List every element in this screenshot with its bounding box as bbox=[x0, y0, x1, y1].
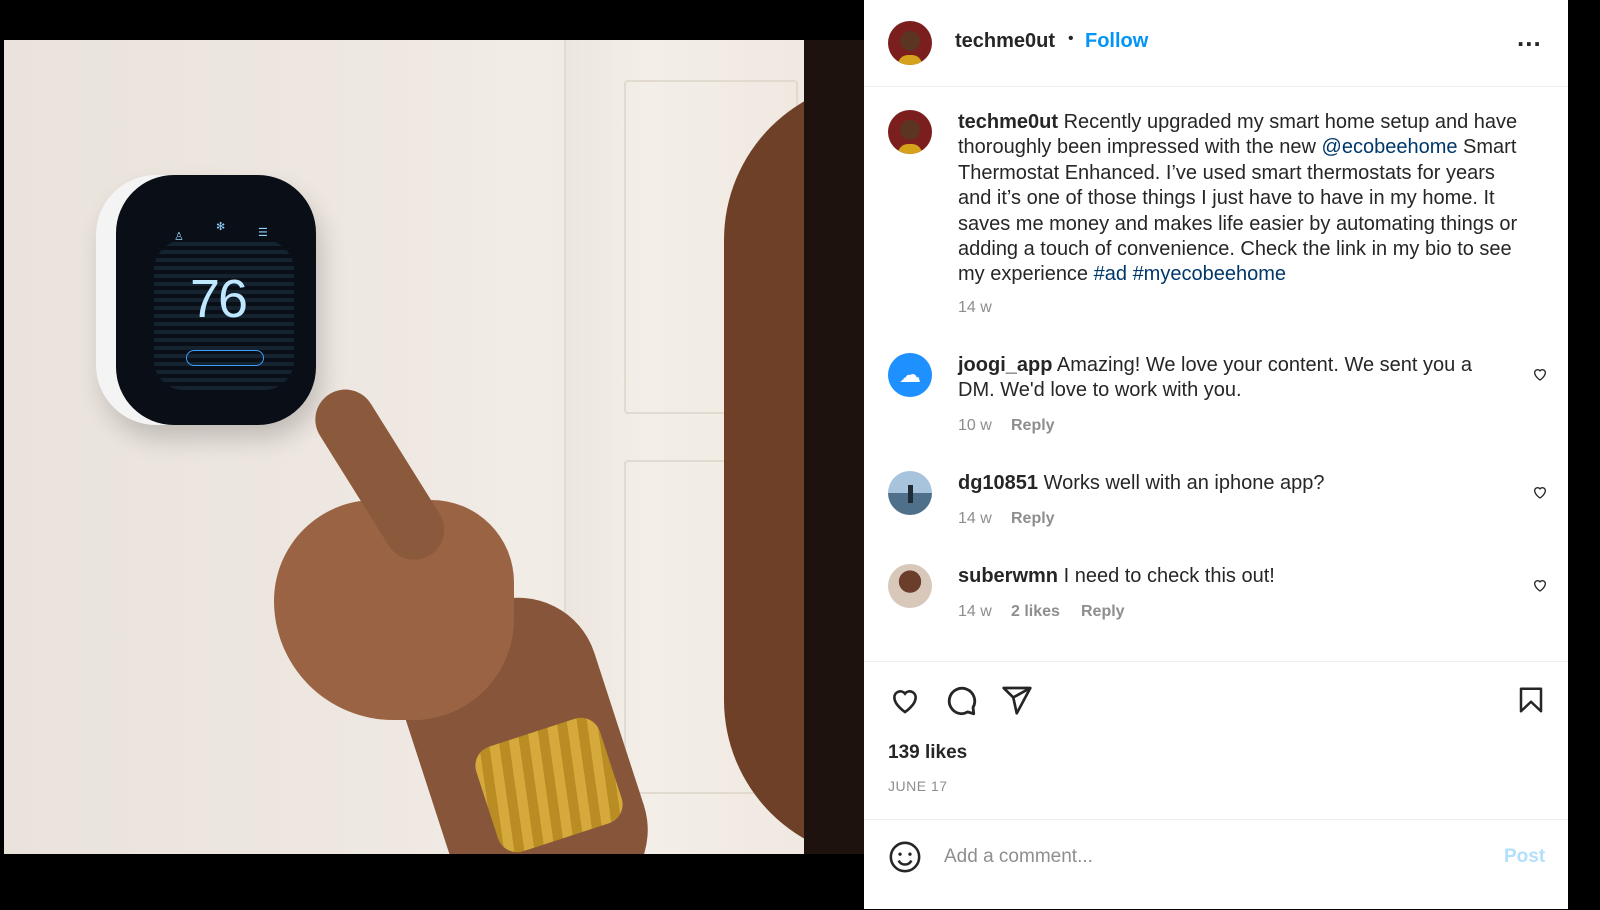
comment-text: dg10851 Works well with an iphone app? bbox=[958, 471, 1498, 496]
person-hair bbox=[804, 40, 864, 854]
caption-age[interactable]: 14 w bbox=[958, 299, 992, 317]
reply-button[interactable]: Reply bbox=[1081, 603, 1125, 621]
menu-icon: ☰ bbox=[258, 227, 268, 239]
comment-likes-count[interactable]: 2 likes bbox=[1011, 603, 1060, 621]
add-comment-bar: Add a comment... Post bbox=[864, 819, 1568, 910]
post-side-panel: techme0ut • Follow ... techme0ut Recentl… bbox=[864, 0, 1568, 909]
hashtag-link[interactable]: #myecobeehome bbox=[1133, 263, 1286, 285]
comment-body: Works well with an iphone app? bbox=[1038, 472, 1325, 494]
bookmark-icon[interactable] bbox=[1516, 684, 1546, 716]
hashtag-link[interactable]: #ad bbox=[1094, 263, 1127, 285]
comment-username[interactable]: suberwmn bbox=[958, 565, 1058, 587]
post-comment-button[interactable]: Post bbox=[1504, 846, 1545, 868]
emoji-icon[interactable] bbox=[888, 840, 922, 874]
likes-count[interactable]: 139 likes bbox=[888, 742, 967, 764]
image-top-letterbox bbox=[4, 0, 864, 40]
image-bottom-letterbox bbox=[4, 854, 864, 909]
comment-age[interactable]: 10 w bbox=[958, 417, 992, 435]
commenter-avatar[interactable] bbox=[888, 471, 932, 515]
comment-username[interactable]: dg10851 bbox=[958, 472, 1038, 494]
comment-text: suberwmn I need to check this out! bbox=[958, 564, 1498, 589]
comment-like-icon[interactable] bbox=[1532, 577, 1548, 593]
caption-avatar[interactable] bbox=[888, 110, 932, 154]
reply-button[interactable]: Reply bbox=[1011, 417, 1055, 435]
caption-username[interactable]: techme0ut bbox=[958, 111, 1058, 133]
separator-dot: • bbox=[1068, 30, 1074, 47]
comment-username[interactable]: joogi_app bbox=[958, 354, 1052, 376]
post-header: techme0ut • Follow ... bbox=[864, 0, 1568, 87]
send-icon[interactable] bbox=[1000, 684, 1034, 716]
follow-button[interactable]: Follow bbox=[1085, 30, 1148, 53]
comment-input[interactable]: Add a comment... bbox=[944, 846, 1093, 868]
post-photo[interactable]: ♙ ✻ ☰ 76 bbox=[4, 40, 864, 854]
comment-text: joogi_app Amazing! We love your content.… bbox=[958, 353, 1498, 404]
comment-like-icon[interactable] bbox=[1532, 484, 1548, 500]
heart-icon[interactable] bbox=[888, 684, 922, 716]
comment-age[interactable]: 14 w bbox=[958, 510, 992, 528]
reply-button[interactable]: Reply bbox=[1011, 510, 1055, 528]
author-username[interactable]: techme0ut bbox=[955, 30, 1055, 53]
caption: techme0ut Recently upgraded my smart hom… bbox=[958, 110, 1532, 288]
comment-like-icon[interactable] bbox=[1532, 366, 1548, 382]
comment-icon[interactable] bbox=[944, 684, 978, 718]
post-actions: 139 likes JUNE 17 bbox=[864, 661, 1568, 820]
comment-age[interactable]: 14 w bbox=[958, 603, 992, 621]
occupancy-icon: ♙ bbox=[174, 231, 184, 243]
whale-logo-icon: ☁ bbox=[899, 362, 921, 387]
more-options-icon[interactable]: ... bbox=[1517, 22, 1542, 53]
snowflake-icon: ✻ bbox=[216, 221, 226, 233]
commenter-avatar[interactable] bbox=[888, 564, 932, 608]
author-avatar[interactable] bbox=[888, 21, 932, 65]
commenter-avatar[interactable]: ☁ bbox=[888, 353, 932, 397]
thermostat-temperature: 76 bbox=[190, 269, 248, 329]
post-date[interactable]: JUNE 17 bbox=[888, 778, 948, 794]
thermostat-status-bar bbox=[186, 350, 264, 366]
comment-body: I need to check this out! bbox=[1058, 565, 1275, 587]
mention-link[interactable]: @ecobeehome bbox=[1322, 136, 1458, 158]
